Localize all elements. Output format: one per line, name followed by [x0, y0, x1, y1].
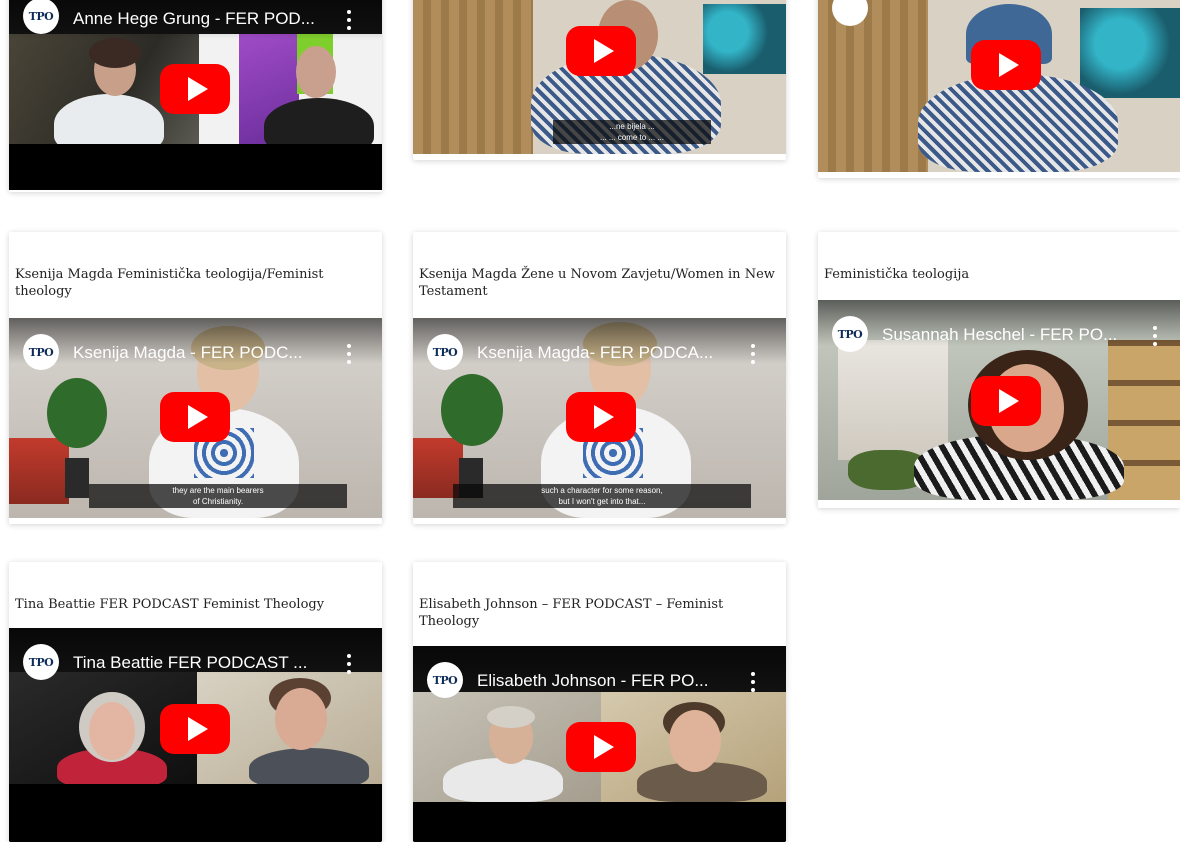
- person-left-hair: [89, 38, 141, 68]
- play-button-icon[interactable]: [971, 40, 1041, 90]
- video-title[interactable]: Ksenija Magda- FER PODCA...: [477, 342, 738, 364]
- video-card-ksenija-magda-zene: Ksenija Magda Žene u Novom Zavjetu/Women…: [413, 232, 786, 524]
- video-title[interactable]: Ksenija Magda - FER PODC...: [73, 342, 334, 364]
- video-scene-wood: [413, 0, 533, 154]
- video-title[interactable]: Susannah Heschel - FER PO...: [882, 324, 1132, 346]
- video-embed[interactable]: TPO Ksenija Magda - FER PODC... they are…: [9, 318, 382, 518]
- video-caption: such a character for some reason, but I …: [453, 484, 751, 508]
- card-heading: Elisabeth Johnson – FER PODCAST – Femini…: [419, 597, 724, 629]
- person-left-head: [89, 702, 135, 760]
- video-card-anne-hege-grung: TPO Anne Hege Grung - FER POD...: [9, 0, 382, 192]
- video-scene-wood: [818, 0, 928, 172]
- play-button-icon[interactable]: [971, 376, 1041, 426]
- video-scene-art: [1080, 8, 1180, 98]
- video-scene-art: [703, 4, 786, 74]
- video-embed[interactable]: TPO Tina Beattie FER PODCAST ...: [9, 628, 382, 842]
- person-right-head: [275, 688, 327, 750]
- card-heading: Tina Beattie FER PODCAST Feminist Theolo…: [15, 597, 325, 612]
- play-button-icon[interactable]: [566, 722, 636, 772]
- video-card-row1-right: [818, 0, 1180, 178]
- card-heading: Ksenija Magda Žene u Novom Zavjetu/Women…: [419, 267, 775, 299]
- person-right-head: [296, 46, 336, 98]
- person-right: [249, 748, 369, 788]
- channel-logo-icon[interactable]: TPO: [427, 334, 463, 370]
- channel-logo-icon[interactable]: TPO: [427, 662, 463, 698]
- video-card-tina-beattie: Tina Beattie FER PODCAST Feminist Theolo…: [9, 562, 382, 842]
- more-vert-icon[interactable]: [346, 344, 352, 364]
- play-button-icon[interactable]: [160, 704, 230, 754]
- video-embed[interactable]: [818, 0, 1180, 172]
- channel-logo-icon[interactable]: TPO: [23, 644, 59, 680]
- video-embed[interactable]: TPO Susannah Heschel - FER PO...: [818, 300, 1180, 500]
- more-vert-icon[interactable]: [750, 344, 756, 364]
- video-bottom-bar: [9, 144, 382, 190]
- video-embed[interactable]: TPO Elisabeth Johnson - FER PO...: [413, 646, 786, 842]
- video-bottom-bar: [9, 784, 382, 842]
- video-card-row1-middle: ...ne bijela ... ... ... come to ... ...: [413, 0, 786, 160]
- video-embed[interactable]: TPO Ksenija Magda- FER PODCA... such a c…: [413, 318, 786, 518]
- video-scene-house: [838, 340, 948, 460]
- plant-icon: [47, 378, 107, 448]
- video-embed[interactable]: TPO Anne Hege Grung - FER POD...: [9, 0, 382, 190]
- video-scene-shelf: [9, 438, 69, 504]
- video-title[interactable]: Tina Beattie FER PODCAST ...: [73, 652, 334, 674]
- play-button-icon[interactable]: [566, 26, 636, 76]
- play-button-icon[interactable]: [160, 392, 230, 442]
- video-bottom-bar: [413, 802, 786, 842]
- page: { "row1": { "video1": {"title": "Anne He…: [0, 0, 1180, 842]
- card-heading: Feministička teologija: [824, 267, 970, 282]
- more-vert-icon[interactable]: [346, 10, 352, 30]
- plant-pot: [65, 458, 89, 498]
- plant-icon: [441, 374, 503, 446]
- person-left: [443, 758, 563, 802]
- channel-logo-icon[interactable]: TPO: [23, 334, 59, 370]
- more-vert-icon[interactable]: [1152, 326, 1158, 346]
- video-card-ksenija-magda-feministicka: Ksenija Magda Feministička teologija/Fem…: [9, 232, 382, 524]
- video-caption: ...ne bijela ... ... ... come to ... ...: [553, 120, 711, 144]
- card-heading: Ksenija Magda Feministička teologija/Fem…: [15, 267, 324, 299]
- person-left-hair: [487, 706, 535, 728]
- more-vert-icon[interactable]: [750, 672, 756, 692]
- video-card-feministicka-teologija: Feministička teologija TPO Susannah Hesc…: [818, 232, 1180, 508]
- play-button-icon[interactable]: [566, 392, 636, 442]
- play-button-icon[interactable]: [160, 64, 230, 114]
- video-caption: they are the main bearers of Christianit…: [89, 484, 347, 508]
- person-right-head: [669, 710, 721, 772]
- channel-logo-icon[interactable]: TPO: [832, 316, 868, 352]
- video-title[interactable]: Elisabeth Johnson - FER PO...: [477, 670, 738, 692]
- video-card-elisabeth-johnson: Elisabeth Johnson – FER PODCAST – Femini…: [413, 562, 786, 842]
- video-title[interactable]: Anne Hege Grung - FER POD...: [73, 8, 334, 30]
- more-vert-icon[interactable]: [346, 654, 352, 674]
- video-embed[interactable]: ...ne bijela ... ... ... come to ... ...: [413, 0, 786, 154]
